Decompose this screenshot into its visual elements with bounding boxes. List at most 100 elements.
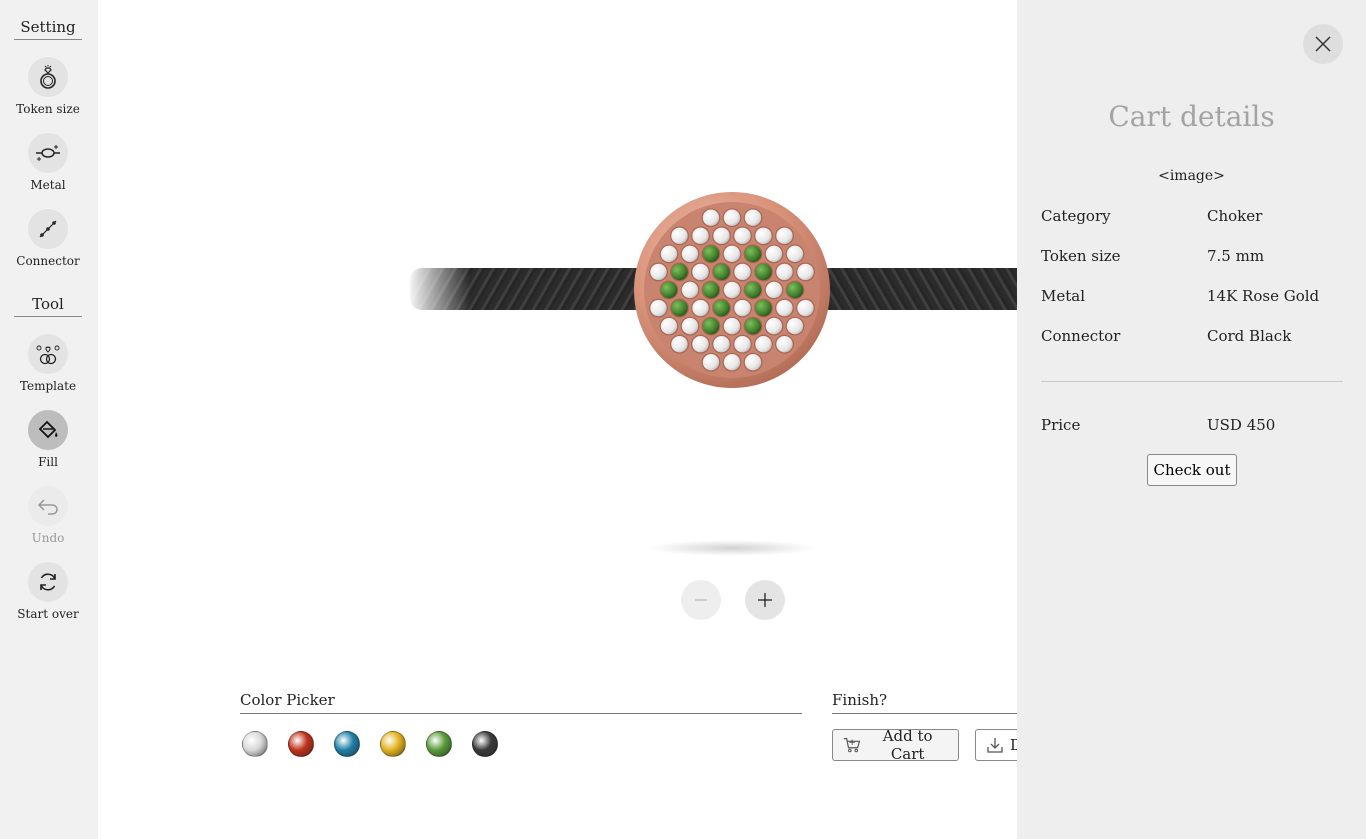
token-stone[interactable] (733, 298, 752, 318)
token-stone[interactable] (743, 280, 763, 300)
token-stone[interactable] (722, 316, 742, 336)
token-stone[interactable] (649, 298, 668, 318)
token-stone[interactable] (659, 280, 679, 300)
metal-icon (28, 133, 68, 173)
token-stone[interactable] (712, 262, 731, 282)
token-stone[interactable] (691, 298, 710, 318)
token-stone[interactable] (764, 316, 784, 336)
token-stone[interactable] (733, 226, 752, 246)
sidebar-item-label: Undo (31, 531, 65, 545)
token-stone[interactable] (722, 352, 742, 372)
color-picker-title: Color Picker (240, 691, 802, 714)
token-stone[interactable] (722, 280, 742, 300)
token-stone[interactable] (712, 334, 731, 354)
token-stone[interactable] (754, 298, 773, 318)
token-stone[interactable] (785, 244, 805, 264)
token-stone[interactable] (743, 244, 763, 264)
sidebar-item-label: Template (19, 379, 77, 393)
token-stone[interactable] (743, 352, 763, 372)
metal-button[interactable]: Metal (0, 133, 96, 192)
token-shadow (648, 540, 816, 556)
cart-divider (1041, 381, 1343, 382)
sidebar-item-label: Fill (38, 455, 58, 469)
token-stone[interactable] (670, 226, 689, 246)
price-label: Price (1041, 416, 1081, 434)
color-swatch[interactable] (288, 731, 314, 757)
sidebar-item-label: Token size (16, 102, 80, 116)
token-stone[interactable] (775, 262, 794, 282)
start-over-button[interactable]: Start over (0, 562, 96, 621)
token-size-button[interactable]: Token size (0, 57, 96, 116)
token-stone[interactable] (691, 262, 710, 282)
cart-row-value: 14K Rose Gold (1207, 287, 1320, 305)
token-stone[interactable] (659, 244, 679, 264)
token-stone[interactable] (701, 208, 721, 228)
token-stone[interactable] (722, 244, 742, 264)
color-swatch[interactable] (334, 731, 360, 757)
color-swatch[interactable] (242, 731, 268, 757)
cart-row-key: Token size (1041, 247, 1121, 265)
token-stone[interactable] (775, 298, 794, 318)
token-stone[interactable] (722, 208, 742, 228)
minus-icon (695, 599, 707, 601)
token-stone[interactable] (680, 316, 700, 336)
color-swatch[interactable] (380, 731, 406, 757)
token-stone[interactable] (691, 334, 710, 354)
token-stone[interactable] (649, 262, 668, 282)
token-stone[interactable] (733, 334, 752, 354)
sidebar-item-label: Start over (17, 607, 79, 621)
token-stone[interactable] (743, 208, 763, 228)
token-stone[interactable] (691, 226, 710, 246)
token-stone[interactable] (670, 298, 689, 318)
token-stone[interactable] (775, 226, 794, 246)
zoom-out-button[interactable] (681, 580, 721, 620)
pave-token-preview[interactable] (632, 186, 832, 392)
token-stone[interactable] (785, 280, 805, 300)
cart-row-key: Connector (1041, 327, 1121, 345)
token-stone[interactable] (733, 262, 752, 282)
token-stone[interactable] (712, 298, 731, 318)
token-stone[interactable] (796, 262, 815, 282)
color-swatch[interactable] (472, 731, 498, 757)
cart-row-key: Metal (1041, 287, 1086, 305)
checkout-button[interactable]: Check out (1147, 454, 1237, 486)
tool-heading: Tool (14, 295, 82, 317)
token-stone[interactable] (701, 280, 721, 300)
token-stone[interactable] (680, 280, 700, 300)
token-stone[interactable] (764, 244, 784, 264)
finish-title: Finish? (832, 691, 1017, 714)
zoom-in-button[interactable] (745, 580, 785, 620)
token-stone[interactable] (775, 334, 794, 354)
token-stone[interactable] (764, 280, 784, 300)
token-stone[interactable] (712, 226, 731, 246)
cart-row-value: 7.5 mm (1207, 247, 1265, 265)
cord-right (820, 268, 1017, 310)
chain-icon (28, 209, 68, 249)
cart-image-placeholder: <image> (1158, 168, 1225, 184)
token-stone[interactable] (796, 298, 815, 318)
close-icon (1315, 36, 1331, 52)
token-stone[interactable] (785, 316, 805, 336)
sidebar-item-label: Metal (30, 178, 66, 192)
token-stone[interactable] (680, 244, 700, 264)
token-stone[interactable] (659, 316, 679, 336)
undo-icon (28, 486, 68, 526)
token-stone[interactable] (670, 334, 689, 354)
token-stone[interactable] (701, 316, 721, 336)
close-button[interactable] (1303, 24, 1343, 64)
token-stone[interactable] (670, 262, 689, 282)
fill-button[interactable]: Fill (0, 410, 96, 469)
token-stone[interactable] (754, 262, 773, 282)
template-icon (28, 334, 68, 374)
token-stone[interactable] (701, 352, 721, 372)
token-stone[interactable] (743, 316, 763, 336)
template-button[interactable]: Template (0, 334, 96, 393)
token-stone[interactable] (754, 226, 773, 246)
color-swatch[interactable] (426, 731, 452, 757)
add-to-cart-button[interactable]: Add to Cart (832, 727, 959, 763)
connector-button[interactable]: Connector (0, 209, 96, 268)
token-stone[interactable] (754, 334, 773, 354)
token-stone[interactable] (701, 244, 721, 264)
price-value: USD 450 (1207, 416, 1276, 434)
undo-button[interactable]: Undo (0, 486, 96, 545)
